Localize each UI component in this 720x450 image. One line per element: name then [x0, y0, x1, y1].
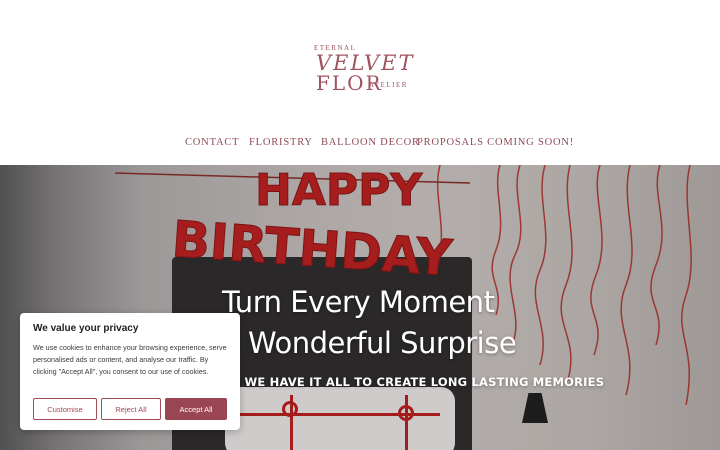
nav-proposals[interactable]: PROPOSALS COMING SOON! [417, 137, 574, 148]
reject-all-button[interactable]: Reject All [101, 398, 161, 420]
hero-headline-line2: a Wonderful Surprise [222, 326, 517, 360]
cookie-description: We use cookies to enhance your browsing … [33, 343, 227, 376]
hero-headline-line1: Turn Every Moment [222, 285, 495, 319]
site-header: ETERNAL VELVET FLOR ATELIER CONTACT FLOR… [0, 0, 720, 165]
cookie-consent-banner: We value your privacy We use cookies to … [20, 313, 240, 430]
nav-contact[interactable]: CONTACT [185, 137, 239, 148]
nav-balloon-decor[interactable]: BALLOON DECOR [321, 137, 420, 148]
cookie-title: We value your privacy [33, 323, 139, 334]
hero-subheadline: NS WE HAVE IT ALL TO CREATE LONG LASTING… [222, 375, 605, 389]
accept-all-button[interactable]: Accept All [165, 398, 227, 420]
brand-logo[interactable]: ETERNAL VELVET FLOR ATELIER [312, 42, 412, 96]
customise-button[interactable]: Customise [33, 398, 97, 420]
logo-atelier: ATELIER [369, 81, 408, 89]
main-nav: CONTACT FLORISTRY BALLOON DECOR PROPOSAL… [0, 137, 720, 153]
nav-floristry[interactable]: FLORISTRY [249, 137, 313, 148]
